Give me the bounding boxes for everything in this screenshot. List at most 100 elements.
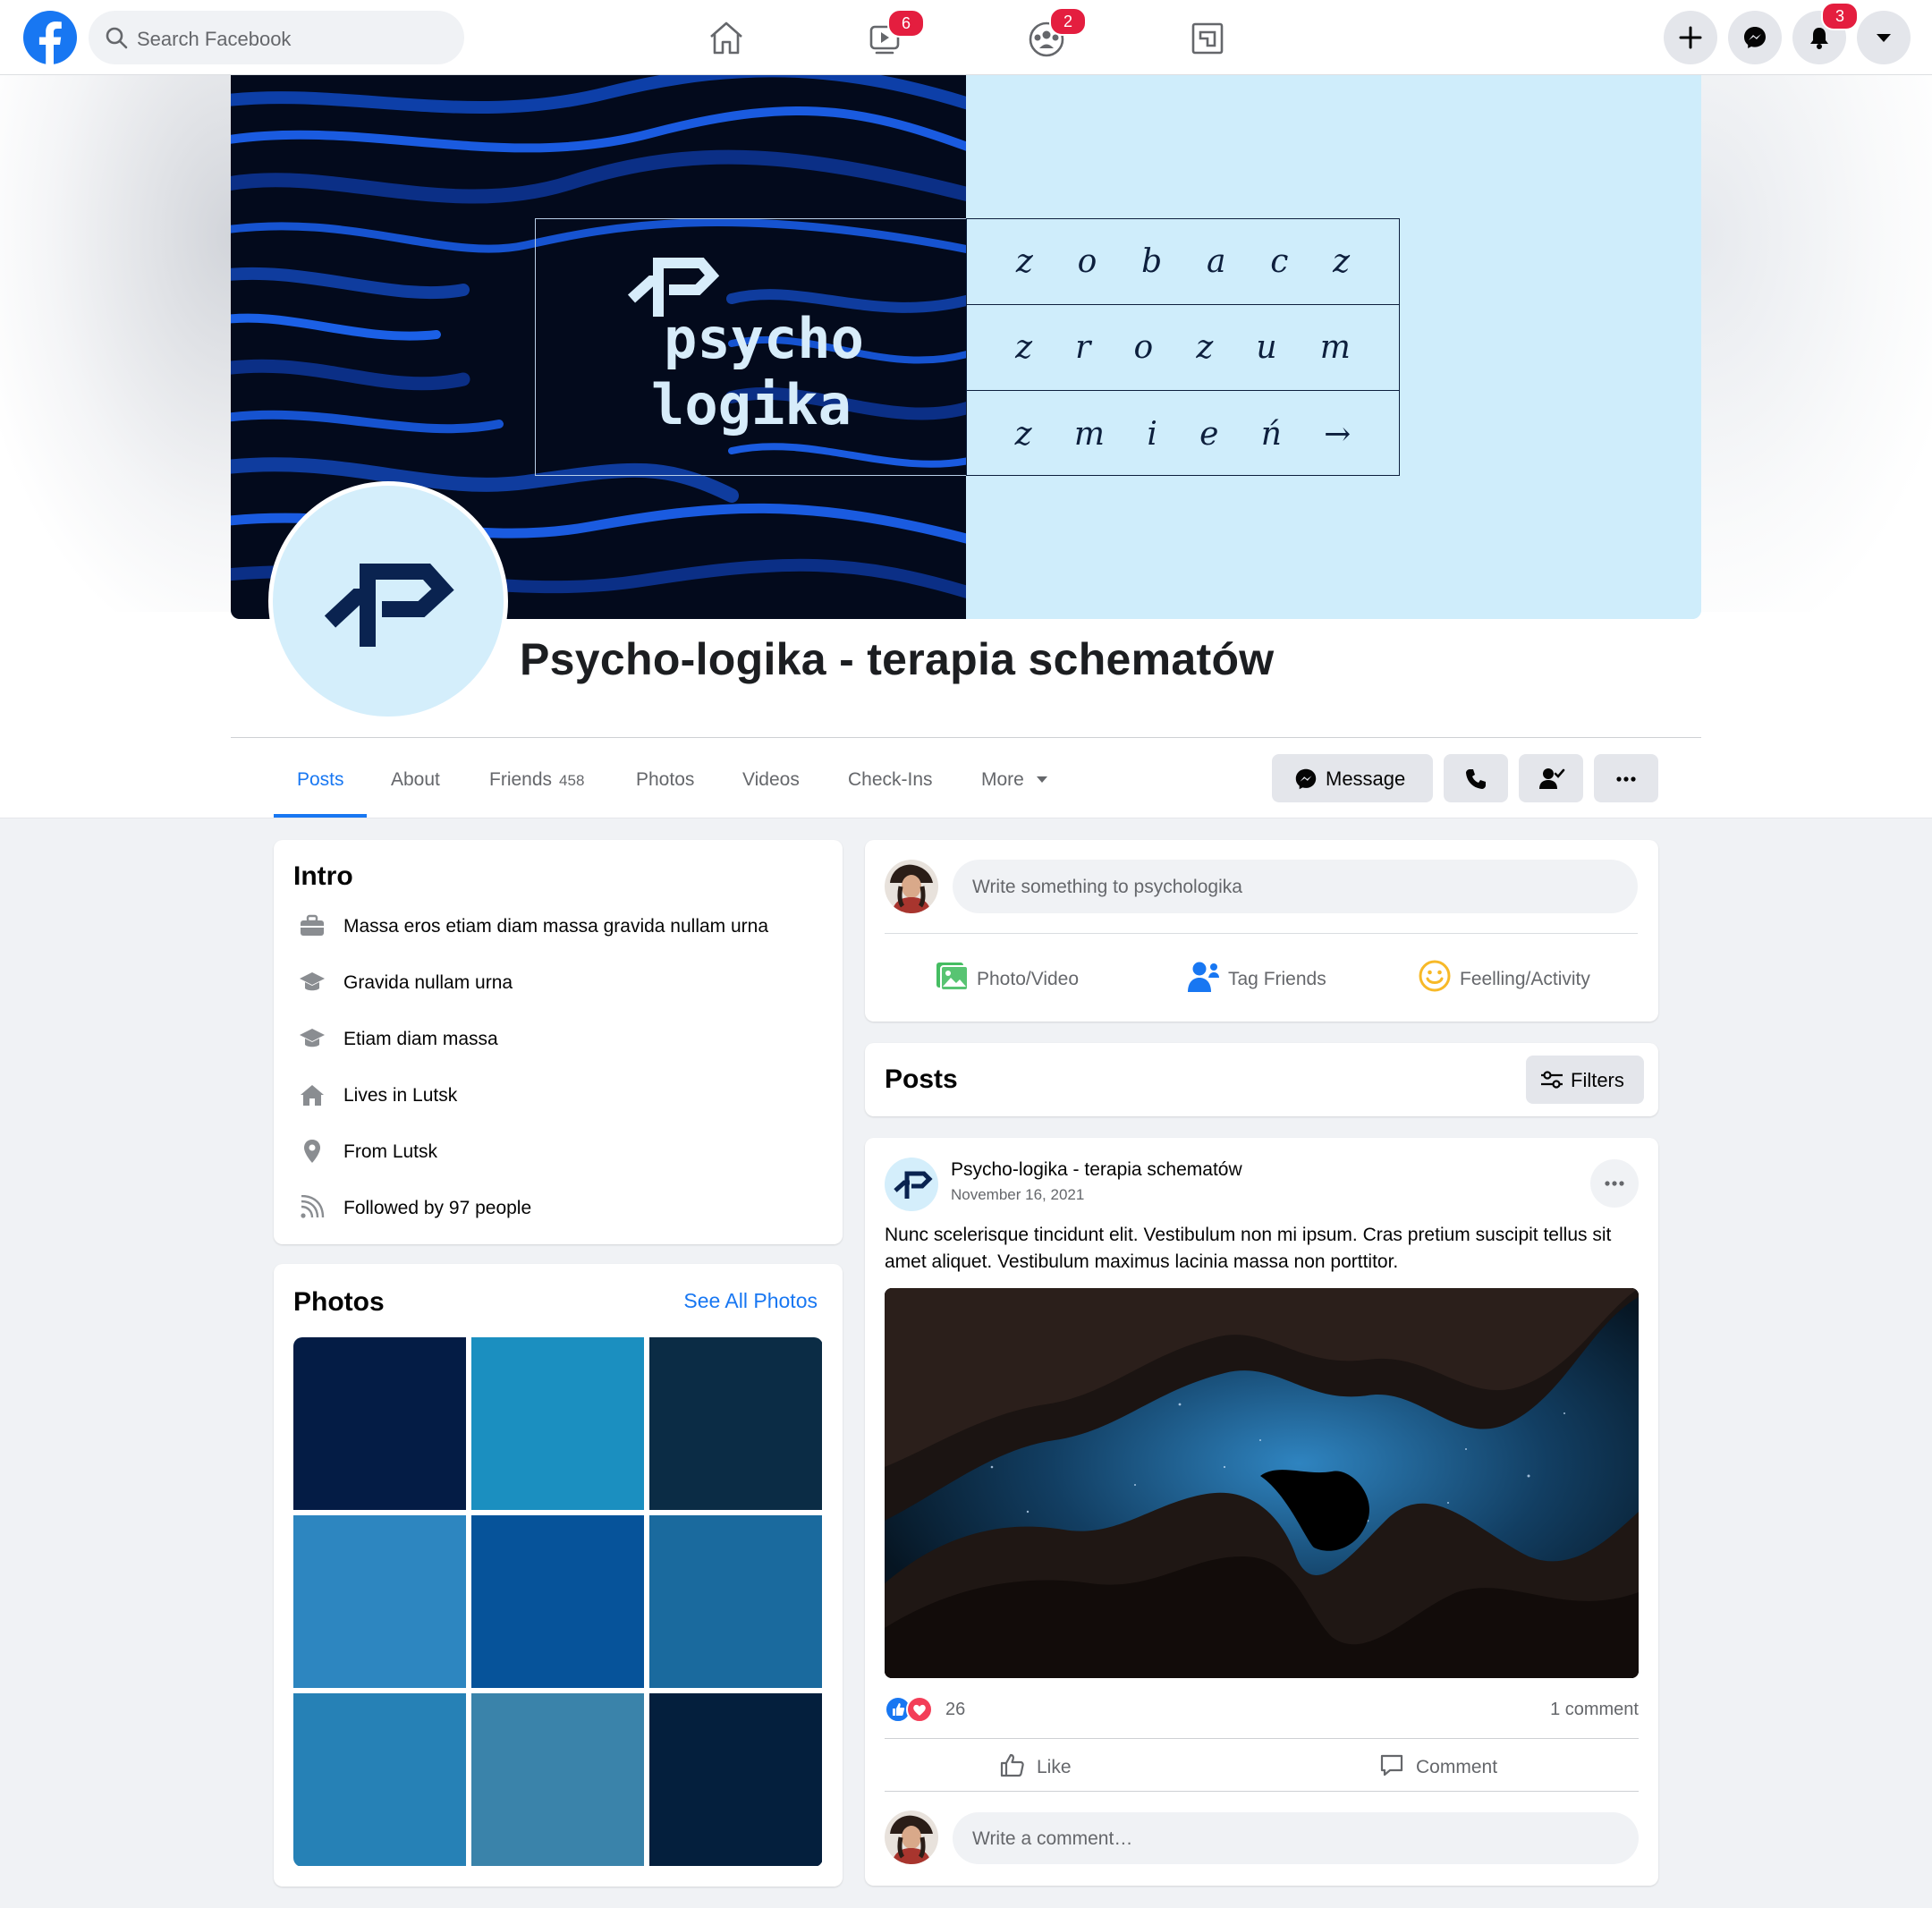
home-icon: [710, 21, 742, 55]
current-user-avatar[interactable]: [885, 860, 938, 913]
photo-thumbnail-7[interactable]: [293, 1693, 466, 1866]
cover-brand-text: psycho logika: [651, 306, 864, 437]
tag-friends-button[interactable]: Tag Friends: [1187, 956, 1348, 1001]
tab-photos[interactable]: Photos: [636, 750, 694, 819]
photos-title: Photos: [293, 1287, 385, 1317]
friends-count: 458: [559, 772, 585, 789]
psychologika-avatar-logo-icon: [894, 1171, 933, 1199]
cover-grid-row-3: z m i e ń →: [1014, 415, 1352, 453]
comment-button[interactable]: Comment: [1378, 1748, 1539, 1784]
post-card: Psycho-logika - terapia schematów Novemb…: [865, 1138, 1658, 1886]
post-author-avatar[interactable]: [885, 1158, 938, 1211]
groups-nav-button[interactable]: 2: [1024, 7, 1087, 61]
posts-header-card: Posts Filters: [865, 1043, 1658, 1116]
groups-badge: 2: [1049, 7, 1087, 36]
post-author-name[interactable]: Psycho-logika - terapia schematów: [951, 1159, 1242, 1181]
call-button[interactable]: [1444, 754, 1508, 802]
photo-video-button[interactable]: Photo/Video: [936, 956, 1097, 1001]
intro-card: Intro Massa eros etiam diam massa gravid…: [274, 840, 843, 1244]
phone-icon: [1466, 769, 1486, 789]
caret-down-icon: [1877, 34, 1891, 42]
home-nav-button[interactable]: [704, 16, 749, 61]
post-divider-bottom: [885, 1791, 1639, 1792]
graduation-cap-icon: [300, 1029, 325, 1047]
facebook-logo-icon[interactable]: [23, 11, 77, 64]
like-button[interactable]: Like: [999, 1748, 1142, 1784]
top-navigation-bar: Search Facebook 6 2 3: [0, 0, 1932, 75]
see-all-photos-link[interactable]: See All Photos: [683, 1289, 818, 1313]
smiley-icon: [1419, 960, 1451, 992]
graduation-cap-icon: [300, 972, 325, 991]
message-button[interactable]: Message: [1272, 754, 1433, 802]
tab-check-ins[interactable]: Check-Ins: [848, 750, 933, 819]
intro-item-work: Massa eros etiam diam massa gravida null…: [292, 908, 828, 944]
comment-bubble-icon: [1380, 1754, 1403, 1777]
intro-title: Intro: [293, 861, 353, 891]
home-icon: [301, 1085, 324, 1106]
photo-thumbnail-2[interactable]: [471, 1337, 644, 1510]
user-check-icon: [1539, 768, 1565, 789]
photo-thumbnail-8[interactable]: [471, 1693, 644, 1866]
tag-friends-icon: [1188, 962, 1219, 992]
notifications-badge: 3: [1821, 2, 1859, 30]
header-shadow-right: [1699, 75, 1932, 612]
post-divider-top: [885, 1738, 1639, 1739]
rss-icon: [301, 1195, 325, 1218]
gaming-nav-button[interactable]: [1185, 16, 1230, 61]
profile-avatar[interactable]: [268, 481, 508, 721]
post-image[interactable]: [885, 1288, 1639, 1678]
cover-grid-row-1: z o b a c z: [967, 219, 1399, 305]
comment-count[interactable]: 1 comment: [1550, 1700, 1639, 1720]
filter-sliders-icon: [1541, 1071, 1563, 1089]
feeling-activity-button[interactable]: Feelling/Activity: [1419, 956, 1606, 1001]
tab-more[interactable]: More: [981, 750, 1049, 819]
tab-videos[interactable]: Videos: [742, 750, 800, 819]
search-bar[interactable]: Search Facebook: [89, 11, 464, 64]
tab-about[interactable]: About: [391, 750, 440, 819]
tab-friends[interactable]: Friends 458: [489, 750, 584, 819]
psychologika-avatar-logo-icon: [324, 564, 454, 647]
photo-thumbnail-1[interactable]: [293, 1337, 466, 1510]
commenter-avatar[interactable]: [885, 1810, 938, 1864]
follow-button[interactable]: [1519, 754, 1583, 802]
photo-thumbnail-4[interactable]: [293, 1515, 466, 1688]
photos-card: Photos See All Photos: [274, 1264, 843, 1887]
account-menu-button[interactable]: [1857, 11, 1911, 64]
watch-badge: 6: [887, 9, 925, 38]
header-divider: [231, 737, 1701, 738]
cover-grid-row-2: z r o z u m: [967, 305, 1399, 391]
post-body-text: Nunc scelerisque tincidunt elit. Vestibu…: [885, 1225, 1612, 1272]
post-options-button[interactable]: [1590, 1159, 1639, 1208]
search-placeholder: Search Facebook: [137, 28, 292, 50]
photo-thumbnail-9[interactable]: [649, 1693, 822, 1866]
search-icon: [106, 27, 128, 49]
photo-thumbnail-6[interactable]: [649, 1515, 822, 1688]
thumbs-up-icon: [1000, 1753, 1024, 1777]
comment-input[interactable]: Write a comment…: [953, 1812, 1639, 1864]
plus-icon: [1679, 26, 1702, 49]
ellipsis-icon: [1605, 1181, 1624, 1186]
composer-divider: [885, 933, 1638, 934]
more-options-button[interactable]: [1594, 754, 1658, 802]
posts-section-title: Posts: [885, 1064, 958, 1094]
messenger-icon: [1295, 768, 1317, 790]
post-composer-card: Write something to psychologika Photo/Vi…: [865, 840, 1658, 1022]
photo-grid: [293, 1337, 823, 1867]
post-timestamp[interactable]: November 16, 2021: [951, 1186, 1084, 1204]
notifications-button[interactable]: 3: [1792, 2, 1859, 64]
photo-thumbnail-3[interactable]: [649, 1337, 822, 1510]
composer-input[interactable]: Write something to psychologika: [953, 860, 1638, 913]
gaming-icon: [1191, 22, 1224, 55]
messenger-button[interactable]: [1728, 11, 1782, 64]
intro-item-followers: Followed by 97 people: [292, 1190, 828, 1225]
photo-video-icon: [936, 962, 969, 991]
intro-item-lives-in: Lives in Lutsk: [292, 1077, 828, 1113]
watch-nav-button[interactable]: 6: [864, 9, 925, 61]
header-shadow-left: [0, 75, 233, 612]
photo-thumbnail-5[interactable]: [471, 1515, 644, 1688]
filters-button[interactable]: Filters: [1526, 1056, 1644, 1104]
tab-posts[interactable]: Posts: [297, 750, 344, 819]
reaction-count: 26: [945, 1700, 966, 1719]
page-title: Psycho-logika - terapia schematów: [520, 634, 1275, 684]
create-button[interactable]: [1664, 11, 1717, 64]
